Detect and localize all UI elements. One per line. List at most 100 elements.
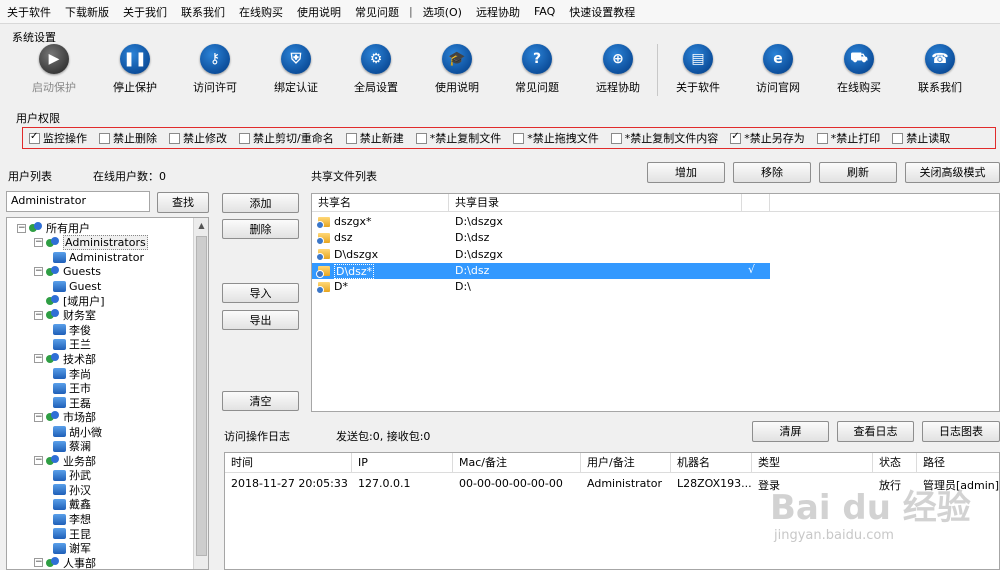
permission-checkbox-5[interactable]: 禁止新建	[345, 130, 404, 146]
menu-item[interactable]: FAQ	[527, 5, 562, 18]
permission-checkbox-9[interactable]: *禁止另存为	[730, 130, 805, 146]
permission-checkbox-3[interactable]: 禁止修改	[169, 130, 227, 146]
share-row[interactable]: D\dszgx D:\dszgx	[312, 247, 770, 263]
toolbar-button-5[interactable]: ⚙ 全局设置	[336, 44, 416, 98]
refresh-button[interactable]: 刷新	[819, 162, 897, 183]
tree-expander-icon[interactable]: −	[34, 558, 43, 568]
share-row[interactable]: D* D:\	[312, 279, 770, 295]
col-mark[interactable]	[742, 194, 770, 212]
checkbox-box[interactable]	[99, 132, 110, 144]
tree-node[interactable]: 李尚	[53, 367, 91, 381]
log-col-header[interactable]: Mac/备注	[453, 453, 581, 473]
tree-node[interactable]: − 市场部	[34, 410, 96, 424]
add-share-button[interactable]: 增加	[647, 162, 725, 183]
tree-scrollbar[interactable]: ▲	[193, 218, 208, 569]
tree-node[interactable]: 孙武	[53, 468, 91, 482]
log-col-header[interactable]: 机器名	[671, 453, 752, 473]
menu-item[interactable]: 关于软件	[0, 4, 58, 20]
user-tree[interactable]: ▲ − 所有用户 − Administrators Administrator − Gues…	[6, 217, 209, 570]
tree-node[interactable]: 孙汉	[53, 483, 91, 497]
permission-checkbox-6[interactable]: *禁止复制文件	[415, 130, 501, 146]
log-col-header[interactable]: IP	[352, 453, 453, 473]
log-col-header[interactable]: 时间	[225, 453, 352, 473]
checkbox-box[interactable]	[239, 132, 250, 144]
delete-user-button[interactable]: 删除	[222, 219, 299, 239]
find-button[interactable]: 查找	[157, 192, 209, 213]
export-button[interactable]: 导出	[222, 310, 299, 330]
tree-node[interactable]: 李想	[53, 512, 91, 526]
tree-node[interactable]: − 技术部	[34, 352, 96, 366]
tree-node[interactable]: 胡小微	[53, 425, 102, 439]
menu-item[interactable]: 快速设置教程	[562, 4, 642, 20]
clear-screen-button[interactable]: 清屏	[752, 421, 829, 442]
clear-button[interactable]: 清空	[222, 391, 299, 411]
permission-checkbox-7[interactable]: *禁止拖拽文件	[513, 130, 599, 146]
tree-expander-icon[interactable]: −	[17, 223, 26, 233]
menu-item[interactable]: 常见问题	[348, 4, 406, 20]
share-row[interactable]: dszgx* D:\dszgx	[312, 214, 770, 230]
toolbar-button-3[interactable]: ⚷ 访问许可	[175, 44, 255, 98]
checkbox-box[interactable]	[345, 132, 357, 144]
scroll-thumb[interactable]	[196, 236, 207, 556]
log-col-header[interactable]: 类型	[752, 453, 873, 473]
tree-expander-icon[interactable]: −	[34, 267, 43, 277]
tree-expander-icon[interactable]: −	[34, 456, 43, 466]
tree-node[interactable]: 王市	[53, 381, 91, 395]
tree-node[interactable]: 王昆	[53, 527, 91, 541]
tree-node[interactable]: 戴鑫	[53, 497, 91, 511]
toolbar-button-9[interactable]: ▤ 关于软件	[658, 44, 738, 98]
toolbar-button-4[interactable]: ⛨ 绑定认证	[256, 44, 336, 98]
tree-node[interactable]: − 人事部	[34, 556, 96, 569]
permission-checkbox-1[interactable]: 监控操作	[29, 130, 87, 146]
checkbox-box[interactable]	[816, 132, 828, 144]
menu-item[interactable]: 关于我们	[116, 4, 174, 20]
log-col-header[interactable]: 路径	[917, 453, 999, 473]
tree-node[interactable]: Administrator	[53, 250, 144, 264]
permission-checkbox-11[interactable]: 禁止读取	[892, 130, 950, 146]
share-row[interactable]: D\dsz* D:\dsz √	[312, 262, 770, 279]
tree-node[interactable]: 谢军	[53, 541, 91, 555]
toolbar-button-10[interactable]: e 访问官网	[738, 44, 818, 98]
checkbox-box[interactable]	[610, 132, 622, 144]
tree-node[interactable]: − Guests	[34, 265, 101, 279]
log-col-header[interactable]: 状态	[873, 453, 917, 473]
share-row[interactable]: dsz D:\dsz	[312, 230, 770, 246]
permission-checkbox-2[interactable]: 禁止删除	[99, 130, 157, 146]
tree-node[interactable]: − 所有用户	[17, 221, 90, 235]
tree-node[interactable]: [域用户]	[34, 294, 105, 308]
toolbar-button-8[interactable]: ⊕ 远程协助	[578, 44, 658, 98]
remove-share-button[interactable]: 移除	[733, 162, 811, 183]
close-advanced-mode-button[interactable]: 关闭高级模式	[905, 162, 1000, 183]
checkbox-box[interactable]	[169, 132, 180, 144]
permission-checkbox-4[interactable]: 禁止剪切/重命名	[239, 130, 334, 146]
user-search-input[interactable]: Administrator	[6, 191, 150, 212]
log-col-header[interactable]: 用户/备注	[581, 453, 671, 473]
log-chart-button[interactable]: 日志图表	[922, 421, 1000, 442]
checkbox-box[interactable]	[730, 131, 742, 144]
import-button[interactable]: 导入	[222, 283, 299, 303]
scroll-up-icon[interactable]: ▲	[194, 218, 208, 234]
permission-checkbox-10[interactable]: *禁止打印	[816, 130, 880, 146]
add-user-button[interactable]: 添加	[222, 193, 299, 213]
toolbar-button-7[interactable]: ? 常见问题	[497, 44, 577, 98]
col-share-name[interactable]: 共享名	[312, 194, 449, 212]
toolbar-button-11[interactable]: ⛟ 在线购买	[819, 44, 899, 98]
menu-item[interactable]: 下载新版	[58, 4, 116, 20]
tree-node[interactable]: 李俊	[53, 323, 91, 337]
toolbar-button-2[interactable]: ❚❚ 停止保护	[95, 44, 175, 98]
tree-node[interactable]: 王磊	[53, 396, 91, 410]
tree-node[interactable]: − 业务部	[34, 454, 96, 468]
tree-node[interactable]: − Administrators	[34, 235, 148, 251]
tree-node[interactable]: Guest	[53, 279, 101, 293]
toolbar-button-6[interactable]: 🎓 使用说明	[417, 44, 497, 98]
menu-item[interactable]: 选项(O)	[416, 4, 469, 20]
tree-expander-icon[interactable]: −	[34, 238, 43, 248]
checkbox-box[interactable]	[892, 132, 904, 144]
tree-node[interactable]: − 财务室	[34, 308, 96, 322]
permission-checkbox-8[interactable]: *禁止复制文件内容	[610, 130, 718, 146]
toolbar-button-12[interactable]: ☎ 联系我们	[900, 44, 980, 98]
checkbox-box[interactable]	[513, 132, 525, 144]
tree-expander-icon[interactable]: −	[34, 310, 43, 320]
tree-expander-icon[interactable]: −	[34, 412, 43, 422]
tree-node[interactable]: 蔡澜	[53, 439, 91, 453]
